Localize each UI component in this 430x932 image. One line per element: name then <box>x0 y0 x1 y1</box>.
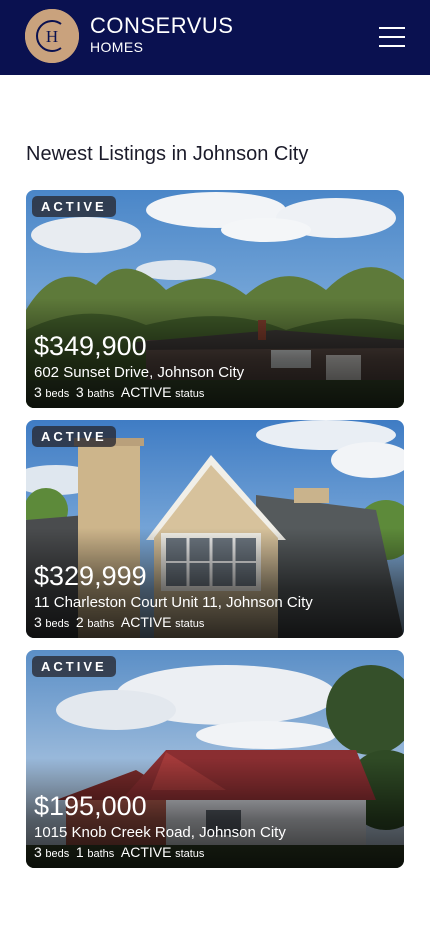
status-badge: ACTIVE <box>32 426 116 447</box>
listing-meta: 3 beds 1 baths ACTIVE status <box>34 845 286 860</box>
status-badge: ACTIVE <box>32 196 116 217</box>
listing-card[interactable]: ACTIVE $349,900 602 Sunset Drive, Johnso… <box>26 190 404 408</box>
listing-address: 1015 Knob Creek Road, Johnson City <box>34 824 286 841</box>
hamburger-menu-icon[interactable] <box>379 27 405 47</box>
status-label: status <box>175 848 205 860</box>
baths-label: baths <box>87 388 115 400</box>
listing-info: $195,000 1015 Knob Creek Road, Johnson C… <box>34 793 286 860</box>
brand-line-1: CONSERVUS <box>90 13 234 38</box>
listing-price: $329,999 <box>34 561 147 591</box>
beds-count: 3 <box>34 614 42 630</box>
beds-label: beds <box>45 388 70 400</box>
status-label: status <box>175 618 205 630</box>
status-label: status <box>175 388 205 400</box>
section-title: Newest Listings in Johnson City <box>26 143 309 165</box>
listing-address: 602 Sunset Drive, Johnson City <box>34 364 245 381</box>
listing-info: $349,900 602 Sunset Drive, Johnson City … <box>34 333 244 400</box>
beds-label: beds <box>45 848 70 860</box>
brand-line-2: HOMES <box>90 39 144 55</box>
listing-meta: 3 beds 3 baths ACTIVE status <box>34 385 244 400</box>
listing-address: 11 Charleston Court Unit 11, Johnson Cit… <box>34 594 313 611</box>
listing-card[interactable]: ACTIVE $195,000 1015 Knob Creek Road, Jo… <box>26 650 404 868</box>
listing-price: $349,900 <box>34 331 147 361</box>
brand-name[interactable]: CONSERVUS HOMES <box>90 13 234 55</box>
status-value: ACTIVE <box>120 384 172 400</box>
listing-card[interactable]: ACTIVE $329,999 11 Charleston Court Unit… <box>26 420 404 638</box>
listing-meta: 3 beds 2 baths ACTIVE status <box>34 615 313 630</box>
listing-info: $329,999 11 Charleston Court Unit 11, Jo… <box>34 563 313 630</box>
baths-label: baths <box>87 618 115 630</box>
site-header: H CONSERVUS HOMES <box>0 0 430 75</box>
baths-count: 1 <box>75 844 84 860</box>
status-badge: ACTIVE <box>32 656 116 677</box>
listing-price: $195,000 <box>34 791 147 821</box>
svg-text:H: H <box>46 27 58 46</box>
listing-list: ACTIVE $349,900 602 Sunset Drive, Johnso… <box>26 190 404 880</box>
beds-count: 3 <box>34 384 42 400</box>
status-value: ACTIVE <box>120 614 172 630</box>
status-value: ACTIVE <box>120 844 172 860</box>
logo-icon[interactable]: H <box>25 9 79 63</box>
baths-label: baths <box>87 848 115 860</box>
beds-count: 3 <box>34 844 42 860</box>
beds-label: beds <box>45 618 70 630</box>
baths-count: 3 <box>75 384 84 400</box>
baths-count: 2 <box>75 614 84 630</box>
